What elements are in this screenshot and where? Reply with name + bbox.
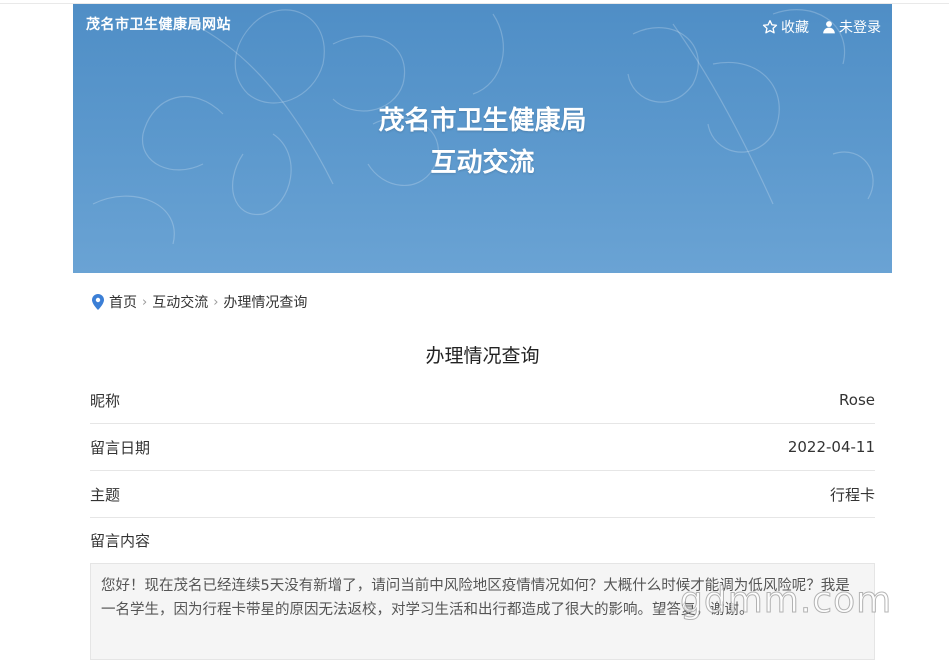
login-button[interactable]: 未登录 xyxy=(822,17,881,37)
header-actions: 收藏 未登录 xyxy=(762,17,881,37)
breadcrumb-separator-icon: › xyxy=(213,294,219,310)
header-banner: 茂名市卫生健康局网站 收藏 未登录 茂名市卫生健康局 互动交流 xyxy=(73,4,892,273)
breadcrumb-home[interactable]: 首页 xyxy=(109,292,137,312)
location-pin-icon xyxy=(92,294,104,310)
site-name[interactable]: 茂名市卫生健康局网站 xyxy=(86,14,231,34)
login-label: 未登录 xyxy=(839,20,881,36)
field-label: 主题 xyxy=(90,485,121,504)
star-icon xyxy=(762,20,778,34)
favorite-button[interactable]: 收藏 xyxy=(762,17,809,37)
breadcrumb-interaction[interactable]: 互动交流 xyxy=(152,292,208,312)
banner-title: 茂名市卫生健康局 互动交流 xyxy=(73,100,892,184)
favorite-label: 收藏 xyxy=(781,20,809,36)
breadcrumb: 首页 › 互动交流 › 办理情况查询 xyxy=(92,292,307,312)
breadcrumb-separator-icon: › xyxy=(142,294,148,310)
banner-title-line1: 茂名市卫生健康局 xyxy=(378,106,587,136)
watermark: gdmm.com xyxy=(679,580,893,622)
field-label: 留言日期 xyxy=(90,438,151,457)
message-label: 留言内容 xyxy=(90,532,151,550)
field-row-date: 留言日期 2022-04-11 xyxy=(90,424,875,471)
field-row-nickname: 昵称 Rose xyxy=(90,377,875,424)
banner-title-line2: 互动交流 xyxy=(430,148,535,178)
field-label: 昵称 xyxy=(90,391,121,410)
field-value: 行程卡 xyxy=(829,485,875,504)
field-value: 2022-04-11 xyxy=(787,438,875,456)
field-row-subject: 主题 行程卡 xyxy=(90,471,875,518)
breadcrumb-current[interactable]: 办理情况查询 xyxy=(223,292,307,312)
field-value: Rose xyxy=(839,391,875,409)
user-icon xyxy=(823,21,835,34)
page-heading: 办理情况查询 xyxy=(425,345,540,367)
